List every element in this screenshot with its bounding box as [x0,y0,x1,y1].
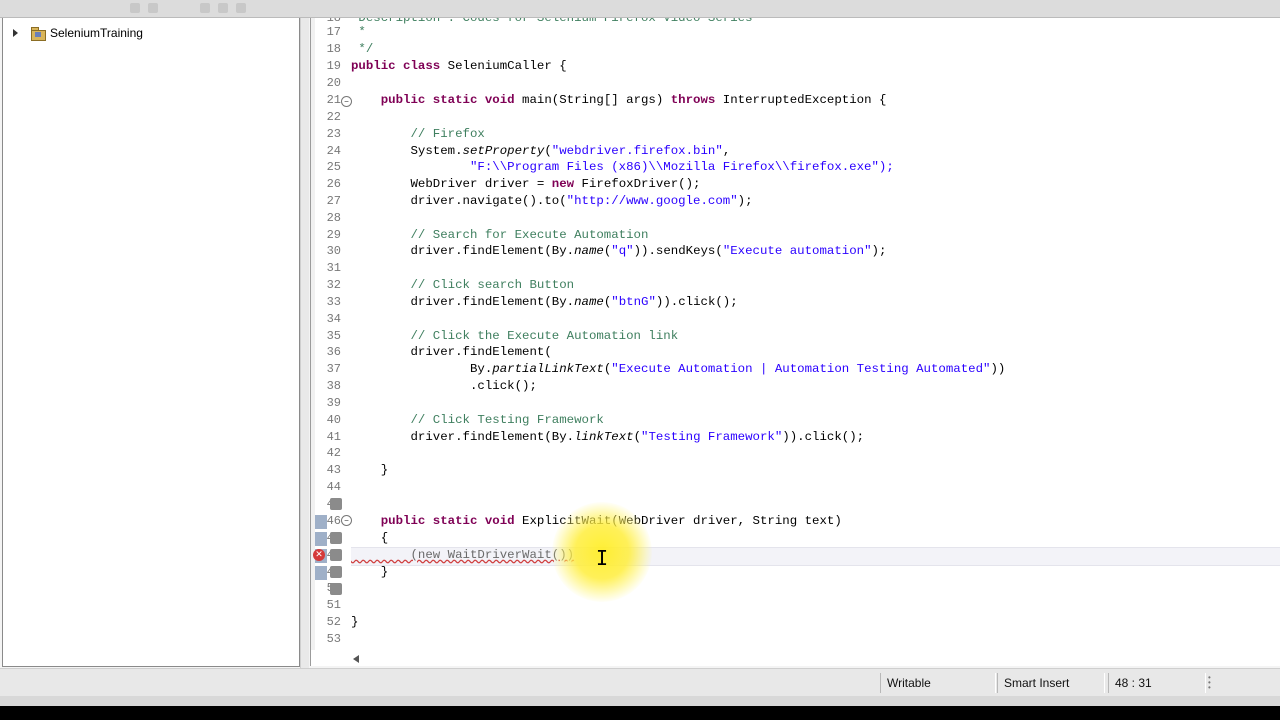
expand-arrow-icon[interactable] [13,29,18,37]
code-line[interactable]: .click(); [351,378,537,394]
code-line[interactable]: } [351,462,388,478]
horizontal-scrollbar[interactable] [311,650,1280,666]
line-number: 40 [326,413,341,427]
status-writable: Writable [880,673,996,693]
code-line[interactable]: } [351,564,388,580]
status-grip-icon: • • • [1208,673,1211,692]
eclipse-window: SeleniumTraining 18 17 18 19 20 21 22 23… [0,0,1280,706]
top-toolbar-strip [0,0,1280,18]
line-number: 26 [326,177,341,191]
code-line[interactable]: } [351,614,358,630]
code-line[interactable]: driver.findElement(By.name("btnG")).clic… [351,294,737,310]
code-line[interactable]: Description : Codes for Selenium Firefox… [351,18,752,26]
line-number: 42 [326,446,341,460]
error-icon[interactable]: ✕ [313,549,325,561]
code-line[interactable]: // Search for Execute Automation [351,227,648,243]
line-number: 34 [326,312,341,326]
change-marker-icon [330,549,342,561]
code-line[interactable]: driver.navigate().to("http://www.google.… [351,193,752,209]
quick-diff-marker [315,566,327,580]
code-line[interactable]: // Firefox [351,126,484,142]
code-line[interactable]: public static void main(String[] args) t… [351,92,887,108]
toolbar-icon[interactable] [236,3,246,13]
change-marker-icon [330,583,342,595]
status-bar: Writable Smart Insert 48 : 31 • • • [0,668,1280,697]
line-number: 53 [326,632,341,646]
line-number: 22 [326,110,341,124]
line-number: 24 [326,144,341,158]
quick-diff-marker [315,532,327,546]
toolbar-icon[interactable] [218,3,228,13]
change-marker-icon [330,566,342,578]
line-number: 20 [326,76,341,90]
code-line[interactable]: // Click the Execute Automation link [351,328,678,344]
line-number: 28 [326,211,341,225]
line-number: 43 [326,463,341,477]
line-number: 51 [326,598,341,612]
view-sash[interactable] [300,18,309,668]
quick-diff-marker [315,515,327,529]
line-number: 23 [326,127,341,141]
line-number: 30 [326,244,341,258]
line-number: 18 [326,42,341,56]
line-number: 31 [326,261,341,275]
line-number: 36 [326,345,341,359]
status-insert-mode: Smart Insert [997,673,1105,693]
code-line[interactable]: driver.findElement(By.linkText("Testing … [351,429,864,445]
code-line[interactable]: driver.findElement( [351,344,551,360]
package-explorer: SeleniumTraining [2,18,300,667]
text-cursor-icon: I [596,546,609,570]
line-number: 29 [326,228,341,242]
change-marker-icon [330,498,342,510]
project-name: SeleniumTraining [50,26,143,40]
line-number: 21 [326,93,341,107]
toolbar-icon[interactable] [130,3,140,13]
java-editor[interactable]: 18 17 18 19 20 21 22 23 24 25 26 27 28 2… [310,18,1280,666]
line-number: 25 [326,160,341,174]
line-number: 35 [326,329,341,343]
code-line[interactable]: driver.findElement(By.name("q")).sendKey… [351,243,886,259]
status-cursor-position: 48 : 31 [1108,673,1206,693]
code-line[interactable]: WebDriver driver = new FirefoxDriver(); [351,176,700,192]
code-line[interactable]: { [351,530,388,546]
code-line[interactable]: public class SeleniumCaller { [351,58,567,74]
line-number: 39 [326,396,341,410]
line-number: 52 [326,615,341,629]
scroll-left-arrow-icon[interactable] [353,655,359,663]
code-line[interactable]: public static void ExplicitWait(WebDrive… [351,513,842,529]
code-line[interactable]: System.setProperty("webdriver.firefox.bi… [351,143,730,159]
code-line[interactable]: // Click search Button [351,277,574,293]
change-marker-icon [330,532,342,544]
code-line[interactable]: // Click Testing Framework [351,412,603,428]
project-tree-item[interactable]: SeleniumTraining [13,24,143,42]
line-number: 41 [326,430,341,444]
line-number: 32 [326,278,341,292]
line-number: 37 [326,362,341,376]
toolbar-icon[interactable] [148,3,158,13]
line-number: 38 [326,379,341,393]
code-line[interactable]: * [351,24,365,40]
code-line[interactable]: */ [351,41,373,57]
class-name: SeleniumCaller { [447,59,567,73]
bottom-edge [0,696,1280,706]
line-number: 19 [326,59,341,73]
code-line-error[interactable]: (new WaitDriverWait()) [351,547,574,563]
code-line[interactable]: "F:\\Program Files (x86)\\Mozilla Firefo… [351,159,894,175]
line-number: 17 [326,25,341,39]
line-number: 27 [326,194,341,208]
java-project-icon [30,26,46,41]
line-number: 44 [326,480,341,494]
toolbar-icon[interactable] [200,3,210,13]
code-line[interactable]: By.partialLinkText("Execute Automation |… [351,361,1005,377]
line-number: 33 [326,295,341,309]
